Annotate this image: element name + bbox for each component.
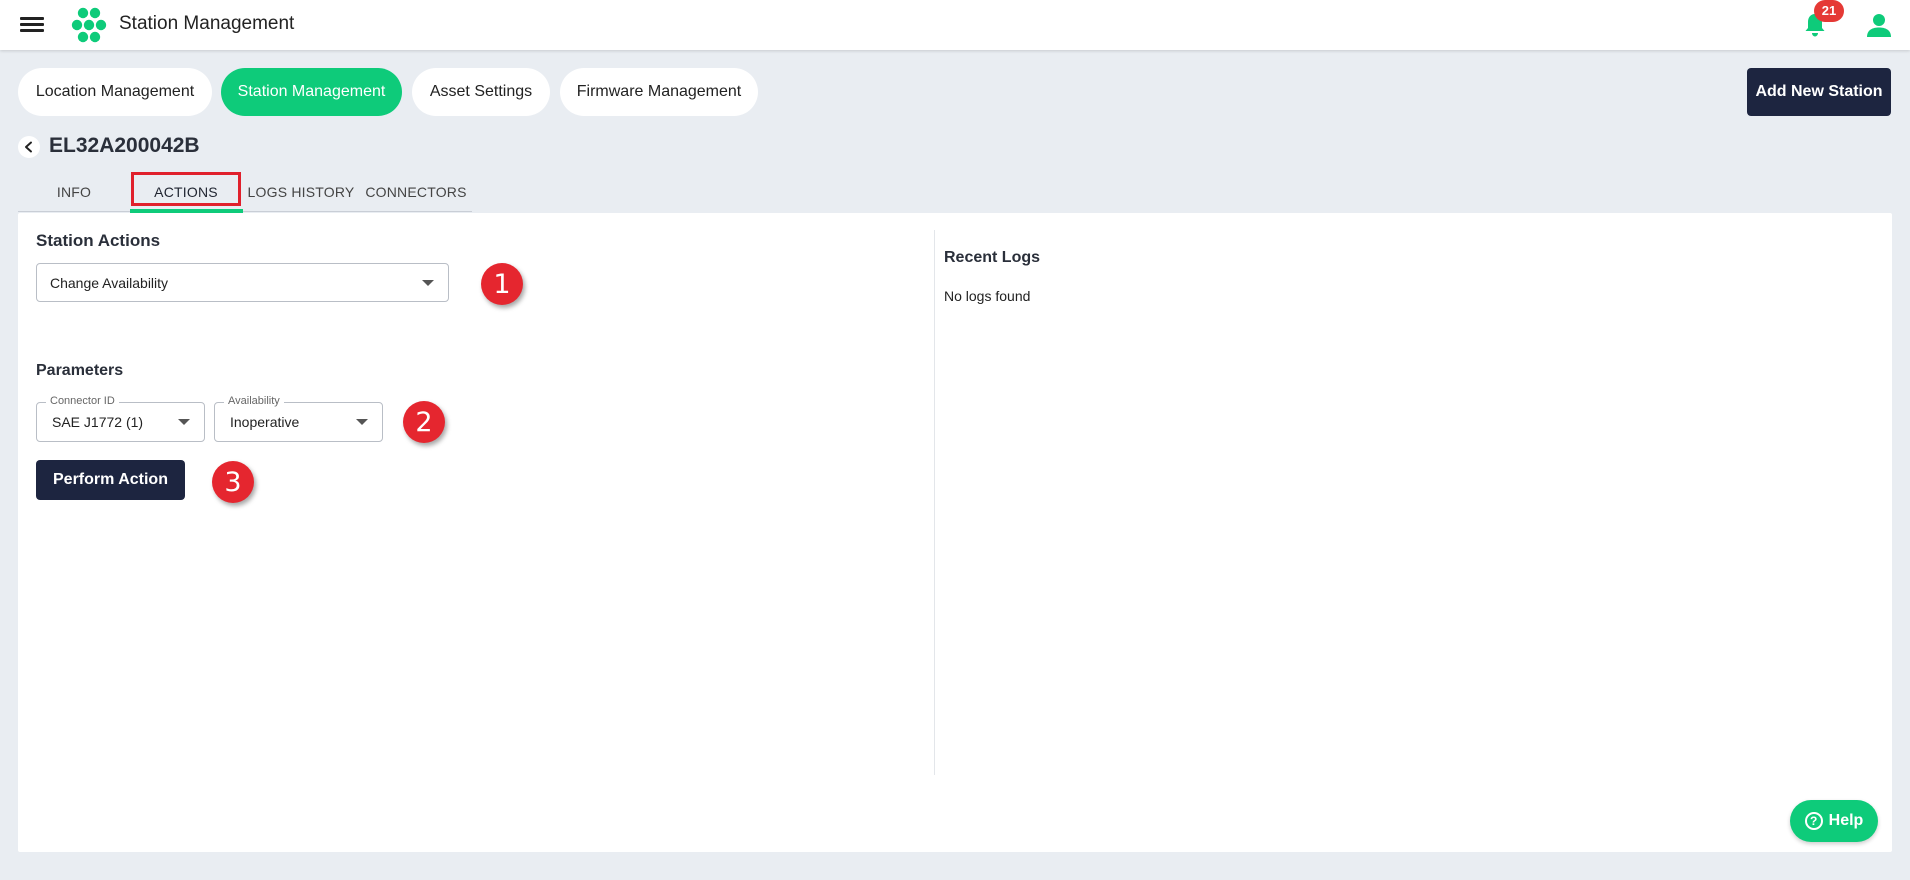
connector-id-label: Connector ID	[46, 395, 119, 407]
availability-value: Inoperative	[230, 414, 300, 430]
panel-divider	[934, 230, 935, 775]
station-id-title: EL32A200042B	[49, 134, 200, 157]
step-2-annotation: 2	[403, 401, 445, 443]
station-actions-title: Station Actions	[36, 231, 161, 250]
help-label: Help	[1828, 812, 1864, 829]
tab-actions[interactable]: ACTIONS	[131, 172, 241, 212]
step-3-annotation: 3	[212, 461, 254, 503]
question-mark-icon: ?	[1804, 812, 1823, 830]
add-new-station-button[interactable]: Add New Station	[1747, 68, 1891, 116]
availability-label: Availability	[224, 395, 284, 407]
user-account-icon[interactable]	[1866, 12, 1892, 38]
tab-connectors[interactable]: CONNECTORS	[362, 172, 470, 212]
availability-select[interactable]: Availability Inoperative	[214, 395, 383, 442]
connector-id-select[interactable]: Connector ID SAE J1772 (1)	[36, 395, 205, 442]
station-action-select[interactable]: Change Availability	[36, 263, 449, 302]
dropdown-arrow-icon	[178, 419, 190, 425]
dropdown-arrow-icon	[356, 419, 368, 425]
nav-pill-firmware-management[interactable]: Firmware Management	[560, 68, 758, 116]
parameters-title: Parameters	[36, 362, 124, 379]
hamburger-menu-icon[interactable]	[20, 14, 44, 36]
nav-pill-asset-settings[interactable]: Asset Settings	[412, 68, 550, 116]
app-logo	[71, 7, 107, 43]
nav-pill-station-management[interactable]: Station Management	[221, 68, 402, 116]
notification-count-badge: 21	[1814, 0, 1844, 22]
recent-logs-title: Recent Logs	[944, 249, 1041, 266]
back-button[interactable]	[18, 136, 40, 158]
step-1-annotation: 1	[481, 263, 523, 305]
tab-logs-history[interactable]: LOGS HISTORY	[246, 172, 356, 212]
connector-id-value: SAE J1772 (1)	[52, 414, 144, 430]
app-title: Station Management	[119, 13, 295, 34]
top-app-bar: Station Management 21	[0, 0, 1910, 50]
tab-info[interactable]: INFO	[40, 172, 108, 212]
dropdown-arrow-icon	[422, 279, 434, 286]
chevron-left-icon	[25, 141, 32, 153]
help-button[interactable]: ? Help	[1790, 800, 1878, 842]
perform-action-button[interactable]: Perform Action	[36, 460, 185, 500]
nav-pill-location-management[interactable]: Location Management	[18, 68, 212, 116]
no-logs-message: No logs found	[944, 288, 1031, 304]
content-card	[18, 213, 1892, 852]
station-action-value: Change Availability	[50, 274, 169, 291]
